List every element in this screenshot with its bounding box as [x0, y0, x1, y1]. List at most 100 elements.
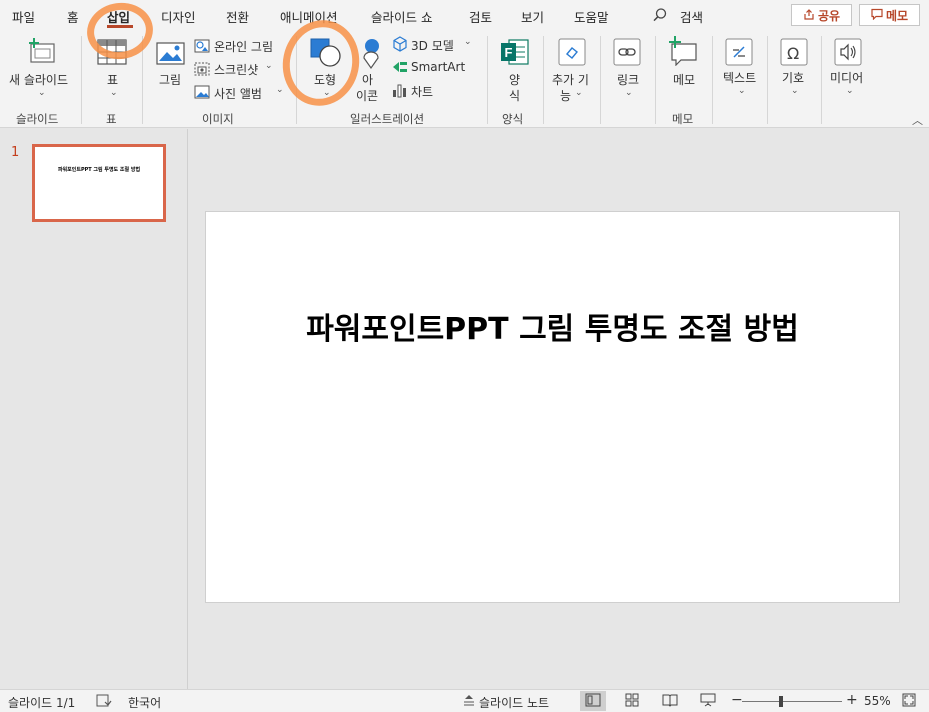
comment-icon	[871, 8, 883, 23]
zoom-slider[interactable]	[742, 696, 842, 707]
slide-title[interactable]: 파워포인트PPT 그림 투명도 조절 방법	[206, 304, 899, 348]
group-label-illustrations: 일러스트레이션	[350, 112, 425, 126]
normal-view-icon	[585, 693, 601, 710]
icons-icon	[358, 38, 384, 73]
icons-label-bottom: 이콘	[356, 89, 379, 103]
tab-view[interactable]: 보기	[521, 7, 544, 26]
collapse-ribbon-icon[interactable]: ︿	[912, 112, 923, 128]
slide-number: 1	[11, 145, 20, 160]
table-label: 표	[107, 73, 119, 87]
new-slide-label: 새 슬라이드	[9, 73, 69, 87]
chevron-down-icon: ⌄	[846, 86, 854, 96]
share-button[interactable]: 공유	[791, 4, 852, 26]
language-indicator[interactable]: 한국어	[128, 694, 161, 711]
grid-icon	[625, 693, 639, 710]
notes-button[interactable]: 슬라이드 노트	[479, 694, 549, 711]
chevron-down-icon: ⌄	[791, 86, 799, 96]
chevron-down-icon: ⌄	[38, 88, 46, 98]
comments-button[interactable]: 메모	[859, 4, 920, 26]
picture-label: 그림	[159, 73, 182, 87]
share-icon	[803, 8, 815, 23]
group-divider	[487, 36, 488, 124]
comment-plus-icon	[668, 36, 698, 69]
media-label: 미디어	[830, 71, 864, 85]
slide-canvas[interactable]: 파워포인트PPT 그림 투명도 조절 방법	[205, 211, 900, 603]
group-divider	[81, 36, 82, 124]
text-label: 텍스트	[723, 71, 757, 85]
status-bar: 슬라이드 1/1 한국어 슬라이드 노트 − + 55%	[0, 689, 929, 712]
chart-label: 차트	[411, 85, 434, 99]
zoom-out-button[interactable]: −	[731, 692, 743, 708]
search-input[interactable]: 검색	[680, 7, 703, 26]
add-ins-label-bottom: 능	[560, 89, 572, 103]
tab-review[interactable]: 검토	[469, 7, 492, 26]
tab-file[interactable]: 파일	[12, 7, 35, 26]
add-ins-label-top: 추가 기	[552, 73, 589, 87]
slide-sorter-button[interactable]	[619, 691, 645, 711]
chart-icon	[392, 82, 408, 101]
zoom-in-button[interactable]: +	[846, 692, 858, 708]
speaker-icon	[834, 38, 862, 69]
online-picture-icon	[194, 38, 210, 57]
tab-help[interactable]: 도움말	[574, 7, 609, 26]
photo-album-icon	[194, 84, 210, 103]
tab-home[interactable]: 홈	[67, 7, 79, 26]
group-divider	[712, 36, 713, 124]
slideshow-button[interactable]	[695, 691, 721, 711]
smartart-icon	[392, 60, 408, 77]
group-divider	[821, 36, 822, 124]
svg-text:F: F	[505, 45, 513, 60]
group-divider	[655, 36, 656, 124]
symbols-label: 기호	[782, 71, 805, 85]
3d-models-label: 3D 모델	[411, 39, 454, 53]
tab-design[interactable]: 디자인	[161, 7, 196, 26]
chevron-down-icon: ⌄	[265, 61, 273, 71]
smartart-label: SmartArt	[411, 60, 466, 74]
link-label: 링크	[617, 73, 640, 87]
chevron-down-icon: ⌄	[110, 88, 118, 98]
slide-thumbnail[interactable]: 파워포인트PPT 그림 투명도 조절 방법	[32, 144, 166, 222]
tab-transitions[interactable]: 전환	[226, 7, 249, 26]
photo-album-label: 사진 앨범	[214, 87, 262, 101]
slide-count: 슬라이드 1/1	[8, 696, 76, 710]
forms-icon: F	[500, 38, 530, 69]
chevron-down-icon: ⌄	[575, 88, 583, 98]
new-slide-icon	[27, 38, 57, 67]
icons-label-top: 아	[362, 73, 374, 87]
link-icon	[613, 38, 641, 69]
reading-view-button[interactable]	[657, 691, 683, 711]
chevron-down-icon: ⌄	[464, 37, 472, 47]
cube-icon	[392, 36, 408, 55]
svg-text:Ω: Ω	[787, 44, 799, 63]
zoom-level[interactable]: 55%	[864, 694, 891, 708]
screenshot-icon	[194, 61, 210, 80]
group-label-comments: 메모	[672, 112, 694, 126]
group-divider	[600, 36, 601, 124]
group-label-tables: 표	[106, 112, 117, 126]
comments-label: 메모	[885, 8, 909, 23]
zoom-slider-thumb[interactable]	[778, 696, 783, 707]
group-divider	[767, 36, 768, 124]
forms-label-top: 양	[509, 73, 521, 87]
group-label-images: 이미지	[202, 112, 234, 126]
book-icon	[662, 693, 678, 710]
notes-icon[interactable]	[463, 694, 475, 709]
chevron-down-icon: ⌄	[276, 85, 284, 95]
forms-label-bottom: 식	[509, 89, 521, 103]
chevron-down-icon: ⌄	[738, 86, 746, 96]
picture-icon	[156, 40, 186, 69]
slide-thumbnail-title: 파워포인트PPT 그림 투명도 조절 방법	[57, 167, 141, 173]
online-picture-label: 온라인 그림	[214, 40, 274, 54]
fit-to-window-icon[interactable]	[902, 693, 916, 710]
search-icon[interactable]	[652, 7, 668, 26]
normal-view-button[interactable]	[580, 691, 606, 711]
tab-slideshow[interactable]: 슬라이드 쇼	[371, 7, 432, 26]
group-label-forms: 양식	[502, 112, 524, 126]
group-divider	[543, 36, 544, 124]
chevron-down-icon: ⌄	[625, 88, 633, 98]
new-comment-label: 메모	[673, 73, 696, 87]
add-ins-icon	[558, 38, 586, 69]
textbox-icon	[725, 38, 753, 69]
group-label-slides: 슬라이드	[16, 112, 59, 126]
accessibility-icon[interactable]	[96, 693, 112, 711]
